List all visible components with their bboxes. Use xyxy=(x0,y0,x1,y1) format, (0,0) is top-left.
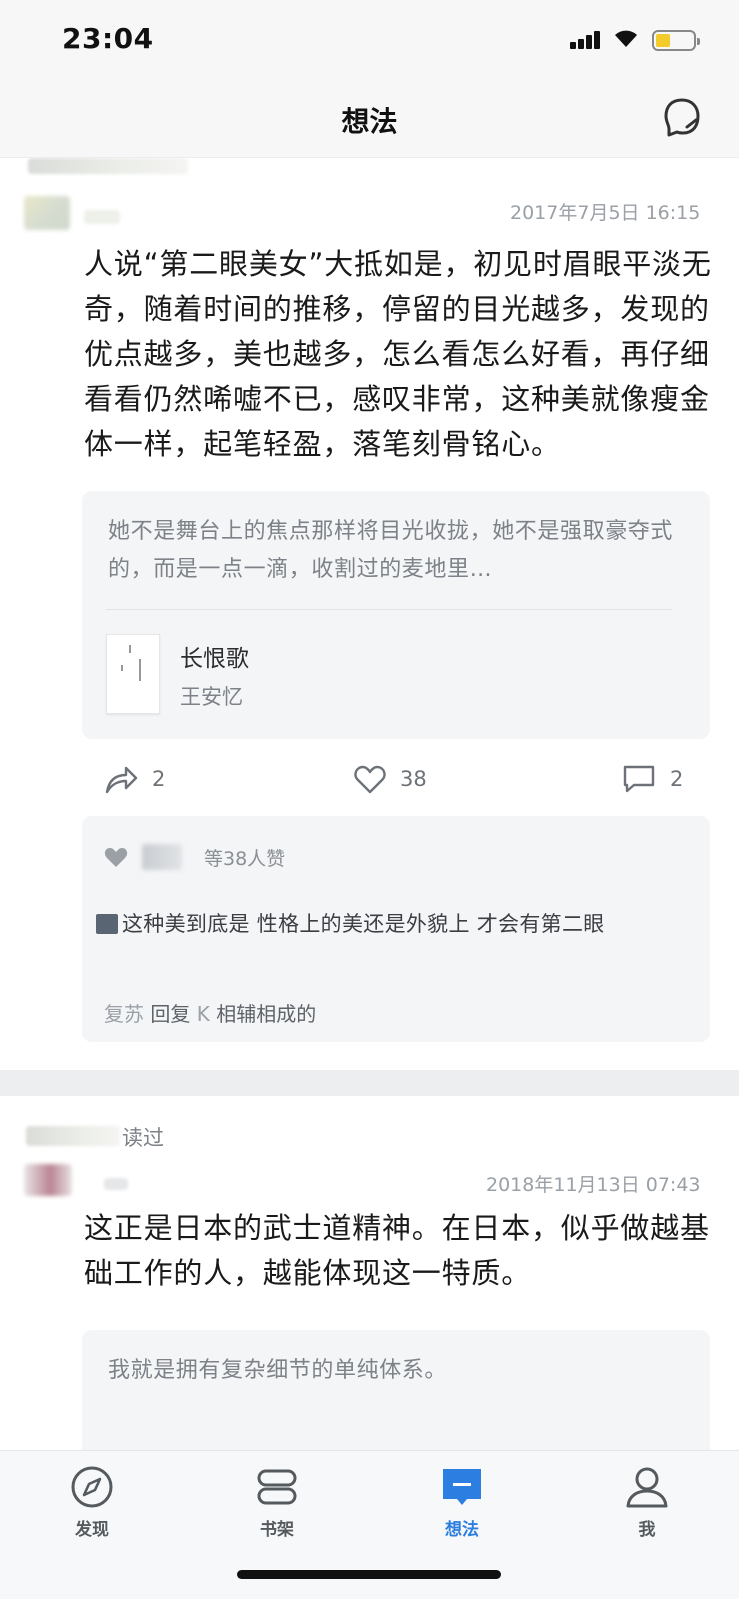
person-icon xyxy=(626,1467,668,1508)
reply-user[interactable]: 复苏 xyxy=(104,1002,144,1026)
tab-label: 想法 xyxy=(445,1520,479,1540)
book-cover xyxy=(106,634,160,714)
comment-button[interactable]: 2 xyxy=(622,754,683,804)
book-quote-card[interactable]: 我就是拥有复杂细节的单纯体系。 xyxy=(82,1330,710,1450)
avatar[interactable] xyxy=(24,196,70,230)
quote-excerpt: 我就是拥有复杂细节的单纯体系。 xyxy=(108,1358,448,1383)
post-separator xyxy=(0,1070,739,1096)
post-timestamp: 2017年7月5日 16:15 xyxy=(510,202,701,224)
new-thought-icon[interactable] xyxy=(662,96,702,140)
tab-me[interactable]: 我 xyxy=(587,1465,707,1540)
heart-filled-icon xyxy=(104,848,128,867)
like-count: 38 xyxy=(400,767,427,791)
comment-count: 2 xyxy=(670,767,684,791)
liker-avatar xyxy=(142,844,182,870)
blurred-header-user xyxy=(26,1126,120,1146)
status-bar: 23:04 xyxy=(0,0,739,80)
cellular-signal-icon xyxy=(570,31,602,49)
like-button[interactable]: 38 xyxy=(354,754,427,804)
share-button[interactable]: 2 xyxy=(104,754,165,804)
post-actions: 2 38 2 xyxy=(0,754,739,804)
tab-bookshelf[interactable]: 书架 xyxy=(217,1465,337,1540)
blurred-header-line xyxy=(28,158,188,174)
nav-bar: 想法 xyxy=(0,80,739,158)
comment-text: 这种美到底是 性格上的美还是外貌上 才会有第二眼 xyxy=(122,912,605,936)
tab-label: 发现 xyxy=(75,1520,109,1540)
reply-text: 相辅相成的 xyxy=(216,1002,317,1026)
home-indicator[interactable] xyxy=(237,1570,501,1579)
post-body-text[interactable]: 这正是日本的武士道精神。在日本，似乎做越基础工作的人，越能体现这一特质。 xyxy=(84,1206,714,1296)
quote-excerpt: 她不是舞台上的焦点那样将目光收拢，她不是强取豪夺式的，而是一点一滴，收割过的麦地… xyxy=(108,519,674,582)
post-header-action: 读过 xyxy=(122,1126,164,1150)
page-title: 想法 xyxy=(341,105,398,138)
post-body-text[interactable]: 人说“第二眼美女”大抵如是，初见时眉眼平淡无奇，随着时间的推移，停留的目光越多，… xyxy=(84,242,714,467)
divider xyxy=(106,609,672,610)
comments-box: 等38人赞 这种美到底是 性格上的美还是外貌上 才会有第二眼 复苏 回复 K 相… xyxy=(82,816,710,1042)
username[interactable] xyxy=(84,210,120,224)
share-count: 2 xyxy=(152,767,166,791)
reply-verb: 回复 xyxy=(150,1002,191,1026)
tab-label: 书架 xyxy=(260,1520,294,1540)
share-icon xyxy=(105,766,138,794)
battery-icon xyxy=(652,30,700,51)
comment-item[interactable]: 这种美到底是 性格上的美还是外貌上 才会有第二眼 xyxy=(96,908,686,941)
status-time: 23:04 xyxy=(62,22,154,55)
heart-icon xyxy=(354,765,386,794)
tab-thoughts[interactable]: 想法 xyxy=(402,1465,522,1540)
comment-icon xyxy=(623,765,655,793)
thoughts-feed[interactable]: 2017年7月5日 16:15 人说“第二眼美女”大抵如是，初见时眉眼平淡无奇，… xyxy=(0,158,739,1450)
tab-label: 我 xyxy=(638,1520,656,1540)
wifi-icon xyxy=(615,30,637,47)
username[interactable] xyxy=(104,1178,128,1190)
book-title: 长恨歌 xyxy=(180,646,249,672)
compass-icon xyxy=(71,1466,113,1508)
tab-discover[interactable]: 发现 xyxy=(32,1465,152,1540)
book-quote-card[interactable]: 她不是舞台上的焦点那样将目光收拢，她不是强取豪夺式的，而是一点一滴，收割过的麦地… xyxy=(82,491,710,739)
commenter-avatar xyxy=(96,914,118,934)
bookshelf-icon xyxy=(257,1469,297,1505)
likes-summary-text: 等38人赞 xyxy=(204,847,286,870)
post-timestamp: 2018年11月13日 07:43 xyxy=(486,1174,701,1196)
reply-target[interactable]: K xyxy=(197,1002,210,1026)
avatar[interactable] xyxy=(24,1164,72,1196)
likes-summary[interactable]: 等38人赞 xyxy=(104,842,285,872)
book-author: 王安忆 xyxy=(180,685,243,709)
reply-item[interactable]: 复苏 回复 K 相辅相成的 xyxy=(104,998,316,1027)
thought-bubble-icon xyxy=(443,1469,481,1505)
